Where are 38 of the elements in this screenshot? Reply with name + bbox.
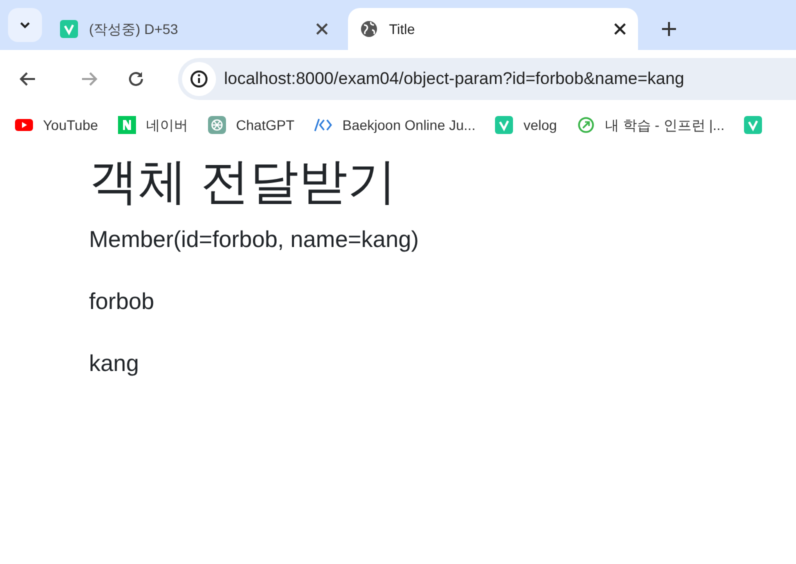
leaf-icon [576, 116, 595, 134]
bookmark-label: ChatGPT [236, 116, 294, 134]
play-icon [15, 116, 33, 134]
url-text: localhost:8000/exam04/object-param?id=forbob&name=kang [224, 68, 684, 90]
bookmark-item[interactable]: Baekjoon Online Ju... [314, 114, 476, 136]
bookmark-item[interactable]: ChatGPT [208, 114, 294, 136]
paragraph-text: forbob [89, 287, 156, 316]
info-icon [190, 70, 208, 88]
bookmark-item[interactable]: YouTube [15, 114, 98, 136]
knot-icon [208, 116, 226, 134]
page-heading: 객체 전달받기 [89, 154, 398, 211]
browser-tab[interactable]: Title [348, 8, 638, 50]
tab-title: Title [389, 20, 416, 38]
v-logo-icon [744, 116, 762, 134]
browser-tab[interactable]: (작성중) D+53 [48, 8, 340, 50]
v-logo-icon [60, 20, 78, 38]
address-bar[interactable]: localhost:8000/exam04/object-param?id=forbob&name=kang [178, 58, 796, 100]
reload-button[interactable] [126, 69, 146, 89]
paragraph-text: kang [89, 349, 140, 378]
code-icon [314, 116, 332, 134]
globe-icon [360, 20, 378, 38]
bookmark-item[interactable]: 네이버 [118, 114, 188, 136]
bookmark-label: Baekjoon Online Ju... [342, 116, 476, 135]
v-logo-icon [495, 116, 514, 134]
site-info-button[interactable] [182, 62, 216, 96]
tab-title: (작성중) D+53 [89, 20, 180, 39]
bookmark-label: YouTube [43, 116, 98, 134]
chevron-down-icon [19, 21, 31, 29]
paragraph-text: Member(id=forbob, name=kang) [89, 225, 420, 254]
new-tab-button[interactable] [660, 20, 678, 38]
close-icon[interactable] [614, 23, 626, 35]
n-logo-icon [118, 116, 136, 134]
bookmark-item[interactable]: velog [495, 114, 557, 136]
bookmark-item[interactable]: 내 학습 - 인프런 |... [576, 114, 724, 136]
bookmark-label: velog [523, 116, 557, 135]
bookmark-label: 내 학습 - 인프런 |... [604, 116, 724, 135]
close-icon[interactable] [316, 23, 328, 35]
bookmark-label: 네이버 [146, 116, 188, 134]
